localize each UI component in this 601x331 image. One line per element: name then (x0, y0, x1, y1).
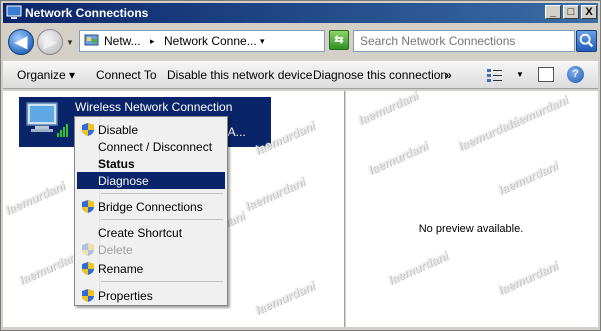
refresh-button[interactable]: ⇆ (329, 30, 349, 50)
menu-item-label: Properties (98, 289, 153, 303)
more-commands-button[interactable]: » (445, 68, 452, 82)
menu-item-delete: Delete (77, 241, 225, 258)
search-icon (579, 33, 594, 48)
back-arrow-icon: ◀ (14, 34, 28, 51)
menu-item-diagnose[interactable]: Diagnose (77, 172, 225, 189)
menu-item-label: Rename (98, 262, 144, 276)
menu-item-status[interactable]: Status (77, 155, 225, 172)
address-bar: ◀ ▶ ▼ Netw... ▸ Network Conne... ▾ ⇆ (3, 25, 598, 59)
menu-item-disable[interactable]: Disable (77, 121, 225, 138)
menu-separator (101, 281, 223, 282)
menu-item-label: Delete (98, 243, 133, 257)
menu-item-label: Bridge Connections (98, 200, 203, 214)
search-box[interactable] (353, 30, 575, 52)
context-menu: Disable Connect / Disconnect Status Diag… (74, 116, 228, 306)
menu-item-create-shortcut[interactable]: Create Shortcut (77, 224, 225, 241)
menu-separator (101, 193, 223, 194)
breadcrumb-separator-icon[interactable]: ▸ (150, 36, 155, 47)
search-input[interactable] (354, 31, 574, 51)
uac-shield-icon (82, 200, 94, 213)
watermark-text: laemurdani (242, 174, 308, 214)
close-button[interactable]: X (581, 5, 597, 19)
window-title: Network Connections (25, 6, 149, 20)
uac-shield-icon (82, 243, 94, 256)
breadcrumb-item-network[interactable]: Netw... (104, 34, 141, 48)
explorer-window: Network Connections _ □ X ◀ ▶ ▼ Netw... … (0, 0, 601, 331)
preview-pane: laemurdani laemurdani laemurdani laemurd… (346, 88, 598, 327)
network-connections-icon (6, 5, 22, 19)
menu-item-label: Create Shortcut (98, 226, 183, 240)
menu-item-label: Diagnose (98, 174, 149, 188)
breadcrumb-dropdown-icon[interactable]: ▾ (260, 36, 265, 47)
watermark-text: laemurdani (505, 92, 571, 132)
preview-pane-button[interactable] (538, 67, 554, 82)
control-panel-icon (84, 34, 99, 46)
refresh-icon: ⇆ (334, 34, 344, 46)
menu-item-label: Connect / Disconnect (98, 140, 213, 154)
views-dropdown-icon[interactable]: ▼ (516, 70, 524, 79)
watermark-text: laemurdani (385, 248, 451, 288)
minimize-button[interactable]: _ (545, 5, 561, 19)
back-button[interactable]: ◀ (8, 29, 34, 55)
watermark-text: laemurdani (495, 258, 561, 298)
no-preview-text: No preview available. (418, 223, 524, 235)
recent-pages-dropdown-icon[interactable]: ▼ (66, 38, 74, 47)
watermark-text: laemurdani (455, 114, 521, 154)
menu-item-connect-disconnect[interactable]: Connect / Disconnect (77, 138, 225, 155)
wireless-network-icon (26, 102, 68, 137)
watermark-text: laemurdani (2, 178, 68, 218)
connection-name: Wireless Network Connection (75, 100, 233, 114)
forward-button[interactable]: ▶ (37, 29, 63, 55)
organize-menu-button[interactable]: Organize ▾ (17, 68, 75, 82)
menu-item-label: Disable (98, 123, 139, 137)
search-button[interactable] (576, 30, 597, 52)
menu-separator (101, 219, 223, 220)
watermark-text: laemurdani (365, 138, 431, 178)
menu-item-rename[interactable]: Rename (77, 260, 225, 277)
title-bar[interactable]: Network Connections _ □ X (3, 3, 598, 23)
uac-shield-icon (82, 289, 94, 302)
breadcrumb-item-network-connections[interactable]: Network Conne... (164, 34, 257, 48)
uac-shield-icon (82, 123, 94, 136)
maximize-button[interactable]: □ (563, 5, 579, 19)
disable-device-button[interactable]: Disable this network device (167, 68, 312, 82)
uac-shield-icon (82, 262, 94, 275)
watermark-text: laemurdani (16, 248, 82, 288)
diagnose-connection-button[interactable]: Diagnose this connection (313, 68, 447, 82)
menu-item-bridge-connections[interactable]: Bridge Connections (77, 198, 225, 215)
connect-to-button[interactable]: Connect To (96, 68, 157, 82)
breadcrumb[interactable]: Netw... ▸ Network Conne... ▾ (79, 30, 325, 52)
menu-item-properties[interactable]: Properties (77, 287, 225, 304)
command-bar: Organize ▾ Connect To Disable this netwo… (3, 61, 598, 89)
views-icon[interactable] (486, 67, 504, 83)
watermark-text: laemurdani (355, 88, 421, 128)
forward-arrow-icon: ▶ (43, 34, 57, 51)
help-button[interactable]: ? (567, 66, 584, 83)
menu-item-label: Status (98, 157, 135, 171)
watermark-text: laemurdani (252, 278, 318, 318)
watermark-text: laemurdani (495, 158, 561, 198)
